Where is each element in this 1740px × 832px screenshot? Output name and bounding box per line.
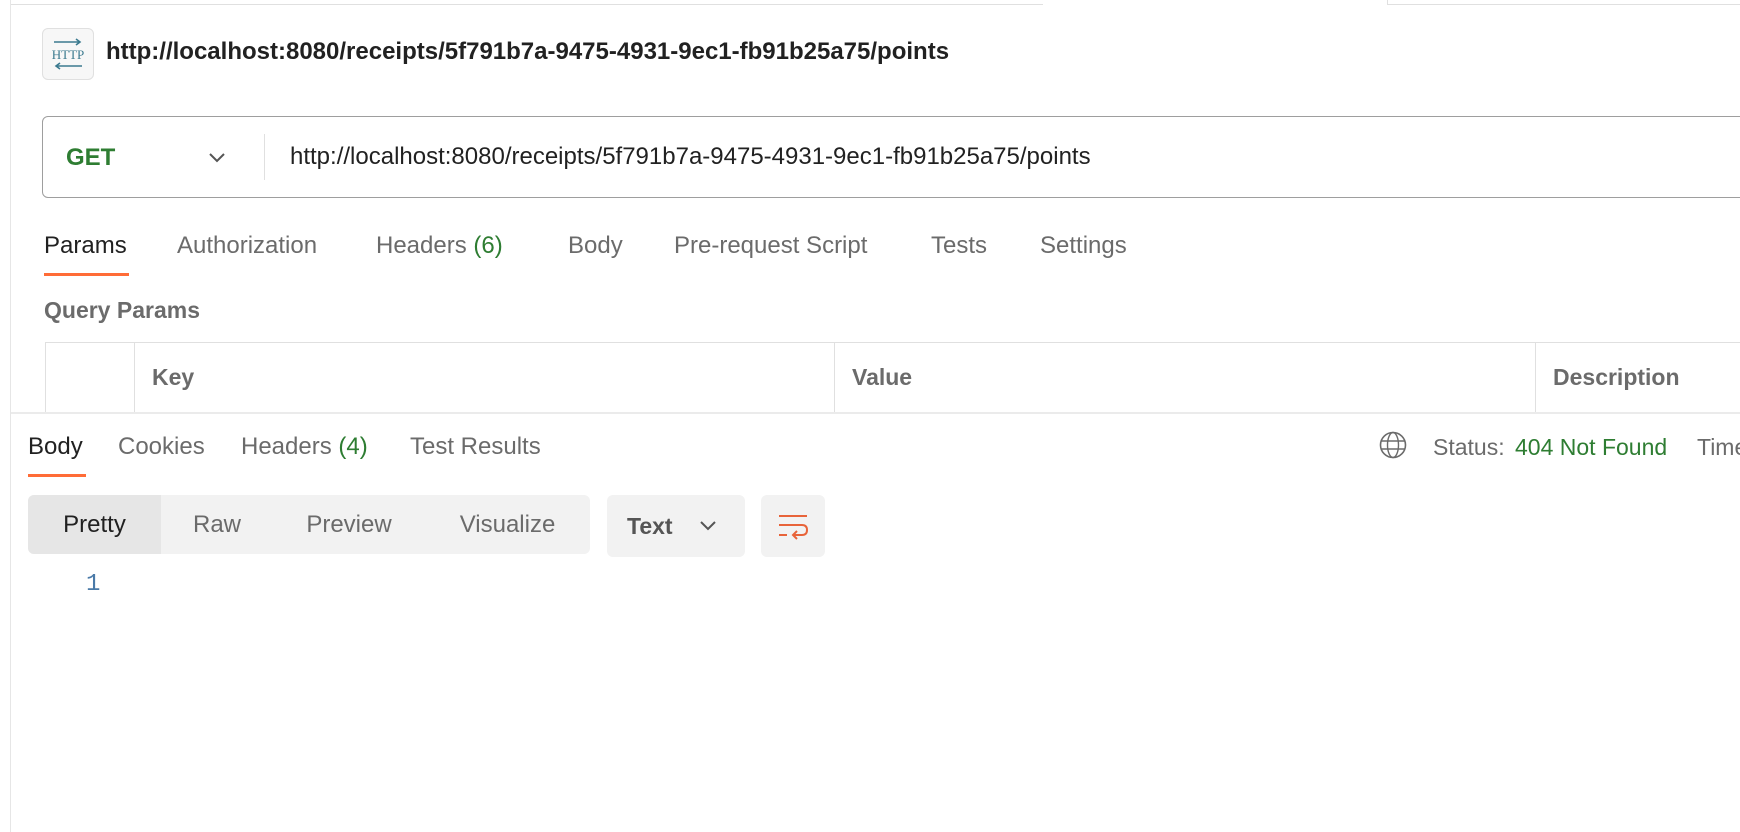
url-divider <box>264 134 265 180</box>
column-header-value: Value <box>852 364 913 390</box>
column-divider <box>1535 342 1536 412</box>
tab-headers[interactable]: Headers (6) <box>376 232 503 260</box>
status-value[interactable]: 404 Not Found <box>1515 434 1667 461</box>
request-title[interactable]: http://localhost:8080/receipts/5f791b7a-… <box>106 38 949 66</box>
tab-headers-count: (6) <box>473 232 503 259</box>
time-label: Time <box>1697 434 1740 460</box>
column-header-description: Description <box>1553 364 1680 390</box>
response-tab-cookies[interactable]: Cookies <box>118 433 205 461</box>
open-tab[interactable] <box>11 0 1043 5</box>
column-divider <box>834 342 835 412</box>
url-input[interactable]: http://localhost:8080/receipts/5f791b7a-… <box>290 143 1091 171</box>
response-tab-body[interactable]: Body <box>28 433 83 461</box>
column-header-key: Key <box>152 364 195 390</box>
column-divider <box>134 342 135 412</box>
wrap-lines-button[interactable] <box>761 495 825 557</box>
svg-text:HTTP: HTTP <box>52 47 85 62</box>
chevron-down-icon[interactable] <box>207 148 227 168</box>
view-visualize-button[interactable]: Visualize <box>425 495 590 554</box>
tab-params[interactable]: Params <box>44 232 127 260</box>
chevron-down-icon <box>700 521 716 531</box>
tab-tests[interactable]: Tests <box>931 232 987 260</box>
format-select-value: Text <box>627 513 673 539</box>
tab-body[interactable]: Body <box>568 232 623 260</box>
tab-prerequest-script[interactable]: Pre-request Script <box>674 232 867 260</box>
http-icon: HTTP <box>42 28 94 80</box>
query-params-heading: Query Params <box>44 297 200 323</box>
line-number: 1 <box>86 571 101 598</box>
method-select[interactable]: GET <box>66 144 115 172</box>
response-tab-headers-label: Headers <box>241 433 332 460</box>
response-tab-test-results[interactable]: Test Results <box>410 433 541 461</box>
wrap-lines-icon <box>779 515 809 540</box>
tab-settings[interactable]: Settings <box>1040 232 1127 260</box>
response-tab-headers[interactable]: Headers (4) <box>241 433 368 461</box>
status-label: Status: <box>1433 434 1505 460</box>
active-tab-indicator <box>44 273 129 276</box>
tab-headers-label: Headers <box>376 232 467 259</box>
view-preview-button[interactable]: Preview <box>273 495 425 554</box>
view-raw-button[interactable]: Raw <box>161 495 273 554</box>
open-tab[interactable] <box>1387 0 1740 5</box>
globe-icon[interactable] <box>1378 430 1408 460</box>
tab-authorization[interactable]: Authorization <box>177 232 317 260</box>
pane-splitter[interactable] <box>11 412 1740 414</box>
active-response-tab-indicator <box>28 474 86 477</box>
left-panel-border <box>10 0 11 832</box>
response-tab-headers-count: (4) <box>338 433 368 460</box>
view-pretty-button[interactable]: Pretty <box>28 495 161 554</box>
